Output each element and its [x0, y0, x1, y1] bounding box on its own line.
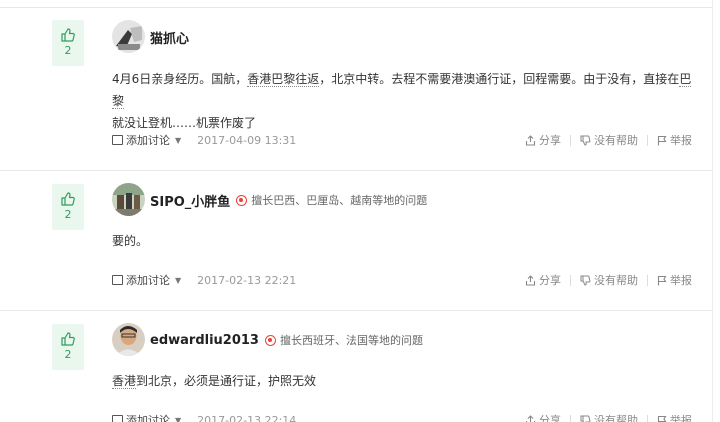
vote-count: 2: [64, 348, 72, 361]
content-text: ，北京中转。去程不需要港澳通行证，回程需要。由于没有，直接在: [319, 72, 680, 86]
thumbs-up-icon: [61, 192, 75, 206]
add-discussion-label: 添加讨论: [126, 414, 170, 422]
thumbs-down-icon: [580, 135, 591, 146]
divider: [570, 274, 571, 286]
flag-icon: [657, 275, 667, 285]
comment-icon: [112, 275, 123, 285]
share-label: 分享: [539, 134, 561, 147]
add-discussion-button[interactable]: 添加讨论 ▼: [112, 272, 181, 288]
answers-list: 2 猫抓心 4月6日亲身经历。国航，香港巴黎往返，北京中转。去程不需要港澳通行证…: [0, 0, 720, 422]
add-discussion-label: 添加讨论: [126, 274, 170, 287]
chevron-down-icon: ▼: [175, 415, 182, 422]
user-name[interactable]: SIPO_小胖鱼: [150, 191, 230, 210]
comment-icon: [112, 415, 123, 422]
place-link[interactable]: 香港巴黎往返: [247, 72, 320, 87]
user-name[interactable]: edwardliu2013: [150, 333, 259, 348]
divider: [570, 414, 571, 422]
divider: [0, 7, 712, 8]
add-discussion-label: 添加讨论: [126, 134, 170, 147]
vote-count: 2: [64, 208, 72, 221]
report-label: 举报: [670, 134, 692, 147]
not-helpful-label: 没有帮助: [594, 274, 638, 287]
not-helpful-label: 没有帮助: [594, 134, 638, 147]
report-button[interactable]: 举报: [657, 412, 692, 422]
divider: [647, 134, 648, 146]
flag-icon: [657, 135, 667, 145]
share-label: 分享: [539, 414, 561, 422]
answer-content: 4月6日亲身经历。国航，香港巴黎往返，北京中转。去程不需要港澳通行证，回程需要。…: [112, 68, 702, 134]
share-label: 分享: [539, 274, 561, 287]
upvote-button[interactable]: 2: [52, 324, 84, 370]
expert-badge-icon: [236, 194, 248, 206]
user-name[interactable]: 猫抓心: [150, 28, 189, 47]
comment-icon: [112, 135, 123, 145]
avatar[interactable]: [112, 20, 145, 53]
divider: [0, 310, 712, 311]
divider: [647, 274, 648, 286]
not-helpful-button[interactable]: 没有帮助: [580, 132, 638, 148]
divider: [712, 0, 713, 422]
answer-content: 要的。: [112, 230, 702, 252]
not-helpful-label: 没有帮助: [594, 414, 638, 422]
report-button[interactable]: 举报: [657, 132, 692, 148]
user-line: SIPO_小胖鱼 擅长巴西、巴厘岛、越南等地的问题: [150, 190, 427, 210]
add-discussion-button[interactable]: 添加讨论 ▼: [112, 132, 181, 148]
not-helpful-button[interactable]: 没有帮助: [580, 412, 638, 422]
content-text: 4月6日亲身经历。国航，: [112, 72, 248, 86]
thumbs-down-icon: [580, 415, 591, 422]
expert-badge-icon: [264, 334, 276, 346]
user-line: edwardliu2013 擅长西班牙、法国等地的问题: [150, 330, 423, 350]
report-label: 举报: [670, 274, 692, 287]
avatar[interactable]: [112, 323, 145, 356]
share-button[interactable]: 分享: [525, 272, 561, 288]
answer-actions: 添加讨论 ▼ 2017-02-13 22:21 分享 没有帮助 举报: [112, 271, 692, 289]
answer-content: 香港到北京，必须是通行证，护照无效: [112, 370, 702, 392]
chevron-down-icon: ▼: [175, 275, 182, 285]
avatar[interactable]: [112, 183, 145, 216]
share-icon: [525, 274, 536, 286]
flag-icon: [657, 415, 667, 422]
divider: [647, 414, 648, 422]
thumbs-up-icon: [61, 332, 75, 346]
thumbs-up-icon: [61, 28, 75, 42]
report-button[interactable]: 举报: [657, 272, 692, 288]
expert-tag: 擅长西班牙、法国等地的问题: [279, 334, 423, 347]
share-button[interactable]: 分享: [525, 412, 561, 422]
content-text: 要的。: [112, 234, 149, 248]
share-icon: [525, 414, 536, 422]
content-text: 到北京，必须是通行证，护照无效: [136, 374, 317, 388]
upvote-button[interactable]: 2: [52, 20, 84, 66]
divider: [0, 170, 712, 171]
share-button[interactable]: 分享: [525, 132, 561, 148]
user-line: 猫抓心: [150, 27, 189, 47]
thumbs-down-icon: [580, 275, 591, 286]
upvote-button[interactable]: 2: [52, 184, 84, 230]
answer-actions: 添加讨论 ▼ 2017-02-13 22:14 分享 没有帮助 举报: [112, 411, 692, 422]
not-helpful-button[interactable]: 没有帮助: [580, 272, 638, 288]
chevron-down-icon: ▼: [175, 135, 182, 145]
place-link[interactable]: 香港: [112, 374, 137, 389]
share-icon: [525, 134, 536, 146]
divider: [570, 134, 571, 146]
expert-tag: 擅长巴西、巴厘岛、越南等地的问题: [251, 194, 428, 207]
answer-date: 2017-04-09 13:31: [197, 133, 297, 147]
answer-date: 2017-02-13 22:14: [197, 413, 297, 422]
answer-date: 2017-02-13 22:21: [197, 273, 297, 287]
add-discussion-button[interactable]: 添加讨论 ▼: [112, 412, 181, 422]
report-label: 举报: [670, 414, 692, 422]
answer-actions: 添加讨论 ▼ 2017-04-09 13:31 分享 没有帮助 举报: [112, 131, 692, 149]
content-text: 就没让登机……机票作废了: [112, 116, 257, 130]
vote-count: 2: [64, 44, 72, 57]
